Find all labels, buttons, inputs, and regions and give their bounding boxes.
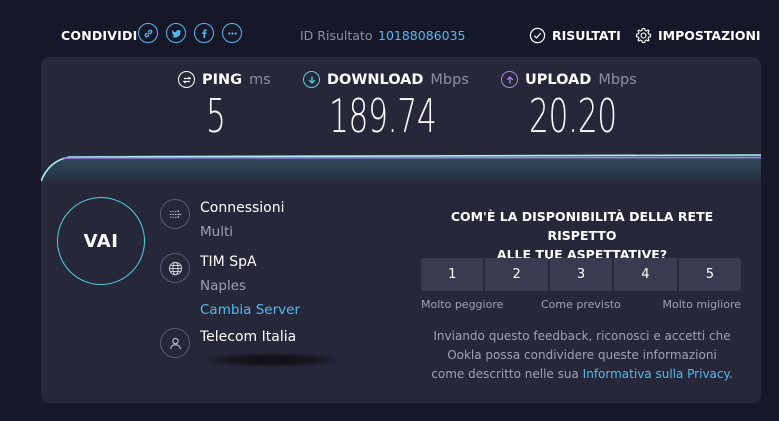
- go-button[interactable]: VAI: [57, 197, 145, 285]
- twitter-icon[interactable]: [166, 23, 186, 43]
- upload-value: 20.20: [529, 89, 617, 143]
- upload-graph-line: [62, 156, 761, 159]
- host-info: TIM SpA Naples Cambia Server: [160, 253, 300, 318]
- ping-value: 5: [206, 89, 226, 143]
- change-server-link[interactable]: Cambia Server: [200, 302, 300, 318]
- check-circle-icon: [529, 27, 546, 44]
- rating-scale: 1 2 3 4 5: [421, 258, 742, 291]
- connections-title: Connessioni: [200, 200, 285, 216]
- more-icon[interactable]: [222, 23, 242, 43]
- link-icon[interactable]: [138, 23, 158, 43]
- results-panel: PING ms 5 DOWNLOAD Mbps 189.74 UPLOAD Mb…: [41, 57, 761, 403]
- rating-button-1[interactable]: 1: [421, 258, 484, 291]
- upload-metric: UPLOAD Mbps 20.20: [501, 71, 637, 143]
- host-name: TIM SpA: [200, 254, 257, 270]
- connections-info: Connessioni Multi: [160, 199, 285, 240]
- share-label: CONDIVIDI: [61, 28, 138, 43]
- rating-label-better: Molto migliore: [662, 298, 741, 311]
- upload-label: UPLOAD: [525, 71, 592, 88]
- globe-icon: [160, 253, 190, 283]
- rating-label-worse: Molto peggiore: [421, 298, 504, 311]
- results-button[interactable]: RISULTATI: [529, 27, 621, 44]
- disclaimer-end: .: [728, 367, 733, 381]
- settings-button[interactable]: IMPOSTAZIONI: [635, 27, 761, 44]
- rating-button-3[interactable]: 3: [549, 258, 613, 291]
- ping-unit: ms: [249, 71, 271, 88]
- rating-label-expected: Come previsto: [541, 298, 621, 311]
- download-unit: Mbps: [430, 71, 469, 88]
- provider-info: Telecom Italia: [160, 328, 340, 367]
- disclaimer-line2: Ookla possa condividere queste informazi…: [447, 348, 717, 362]
- facebook-icon[interactable]: [194, 23, 214, 43]
- rating-button-2[interactable]: 2: [485, 258, 548, 291]
- upload-arrow-icon: [501, 71, 518, 88]
- host-location: Naples: [200, 278, 247, 294]
- gear-icon: [635, 27, 652, 44]
- settings-label: IMPOSTAZIONI: [658, 28, 761, 43]
- connections-icon: [160, 199, 190, 229]
- results-label: RISULTATI: [552, 28, 621, 43]
- download-value: 189.74: [329, 89, 437, 143]
- ping-icon: [178, 71, 195, 88]
- redacted-ip-address: [204, 353, 340, 367]
- feedback-disclaimer: Inviando questo feedback, riconosci e ac…: [417, 327, 747, 384]
- top-bar: CONDIVIDI ID Risultato 10188086035 RISUL…: [0, 0, 779, 56]
- ping-label: PING: [202, 71, 243, 88]
- result-id-link[interactable]: 10188086035: [378, 28, 465, 43]
- result-id-label: ID Risultato: [300, 28, 373, 43]
- disclaimer-line1: Inviando questo feedback, riconosci e ac…: [433, 329, 731, 343]
- download-metric: DOWNLOAD Mbps 189.74: [303, 71, 469, 143]
- user-icon: [160, 328, 190, 358]
- disclaimer-line3: come descritto nelle sua Informativa sul…: [417, 365, 747, 384]
- connections-value: Multi: [200, 224, 233, 240]
- upload-unit: Mbps: [598, 71, 637, 88]
- speed-graph: [41, 154, 761, 185]
- rating-button-5[interactable]: 5: [678, 258, 742, 291]
- rating-button-4[interactable]: 4: [614, 258, 677, 291]
- privacy-policy-link[interactable]: Informativa sulla Privacy: [583, 367, 729, 381]
- provider-name: Telecom Italia: [200, 329, 297, 345]
- download-arrow-icon: [303, 71, 320, 88]
- download-label: DOWNLOAD: [327, 71, 424, 88]
- disclaimer-line3-text: come descritto nelle sua: [431, 367, 579, 381]
- download-graph-fill: [41, 155, 761, 185]
- ping-metric: PING ms 5: [178, 71, 271, 143]
- feedback-question-line1: COM'È LA DISPONIBILITÀ DELLA RETE RISPET…: [450, 209, 714, 243]
- feedback-question: COM'È LA DISPONIBILITÀ DELLA RETE RISPET…: [417, 207, 747, 264]
